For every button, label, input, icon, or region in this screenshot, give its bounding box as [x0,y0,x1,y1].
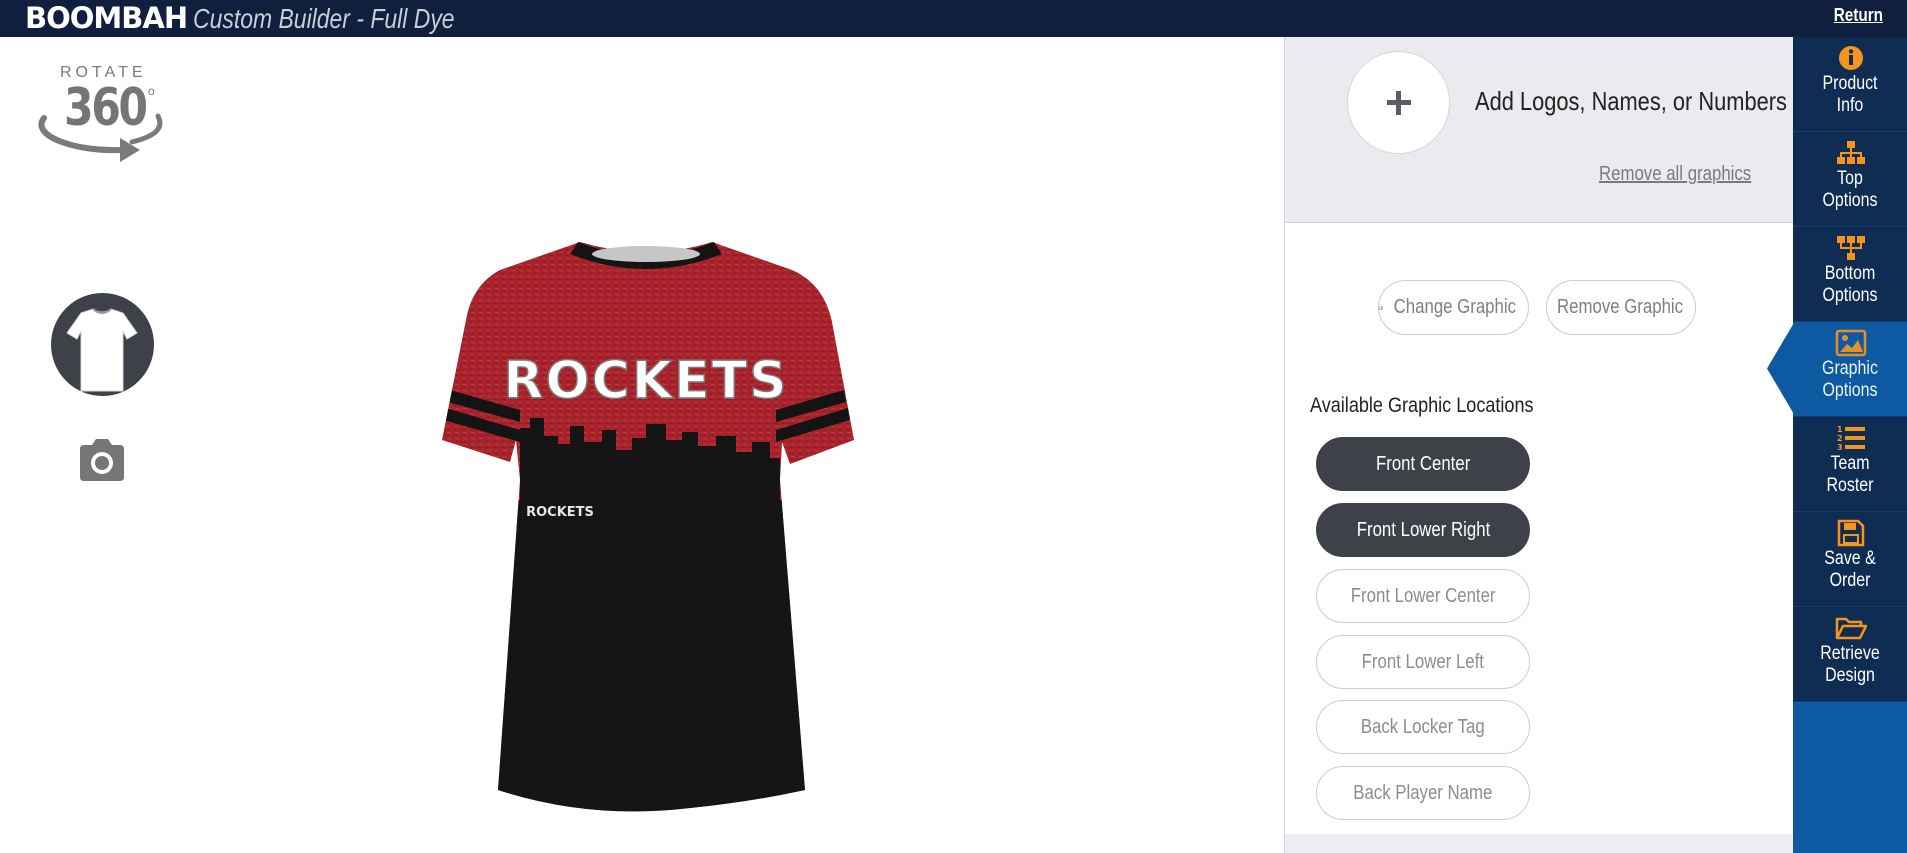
remove-graphic-label: Remove Graphic [1557,296,1684,318]
rotate-degree: o [148,84,155,98]
add-graphic-button[interactable] [1347,51,1450,154]
folder-open-icon [1835,617,1867,640]
nav-label: Options [1822,285,1878,306]
image-icon [1835,329,1867,357]
nav-label: Options [1822,380,1878,401]
location-label: Back Player Name [1353,781,1493,804]
svg-text:1: 1 [1837,425,1843,434]
nav-label: Retrieve [1820,643,1880,664]
nav-label: Product [1822,73,1878,94]
info-icon [1839,46,1863,70]
nav-label: Design [1825,665,1875,686]
nav-bottom-options[interactable]: Bottom Options [1793,227,1907,322]
location-option[interactable]: Front Lower Center [1316,569,1530,623]
nav-team-roster[interactable]: 1 2 3 Team Roster [1793,417,1907,512]
svg-text:3: 3 [1837,443,1843,452]
rotate-360-button[interactable]: ROTATE 360 o [36,62,166,162]
brand-logo: BOOMBAH [25,1,188,35]
nav-retrieve-design[interactable]: Retrieve Design [1793,607,1907,702]
nav-label: Top [1837,168,1863,189]
svg-text:2: 2 [1837,434,1843,443]
active-tab-pointer [1767,321,1795,416]
sitemap-icon [1837,141,1865,164]
location-option[interactable]: Front Lower Right [1316,503,1530,557]
nav-label: Team [1830,453,1870,474]
nav-label: Order [1829,570,1871,591]
nav-label: Save & [1824,548,1876,569]
floppy-icon [1837,519,1865,547]
sitemap-down-icon [1837,236,1865,260]
location-option[interactable]: Front Center [1316,437,1530,491]
nav-label: Roster [1826,475,1874,496]
nav-graphic-options[interactable]: Graphic Options [1793,322,1907,417]
jersey-preview[interactable]: ROCKETS ROCKETS [420,230,870,830]
return-link[interactable]: Return [1834,0,1883,30]
remove-all-graphics-link[interactable]: Remove all graphics [1599,163,1751,186]
nav-label: Info [1836,95,1864,116]
brand: BOOMBAH Custom Builder - Full Dye [25,1,512,36]
location-option[interactable]: Back Player Name [1316,766,1530,820]
jersey-render: ROCKETS ROCKETS [442,242,854,812]
front-lower-right-graphic: ROCKETS [526,505,594,520]
location-option[interactable]: Back Locker Tag [1316,700,1530,754]
graphic-options-panel: Add Logos, Names, or Numbers Remove all … [1284,37,1793,853]
add-graphic-label[interactable]: Add Logos, Names, or Numbers [1475,86,1787,117]
location-label: Front Lower Center [1350,584,1496,607]
add-graphic-area: Add Logos, Names, or Numbers Remove all … [1285,37,1793,223]
camera-icon [80,439,124,481]
change-graphic-label: Change Graphic [1393,296,1517,318]
remove-graphic-button[interactable]: Remove Graphic [1546,280,1696,335]
rotate-arrow-icon [38,113,163,162]
front-view-thumbnail[interactable] [51,293,154,396]
change-graphic-button[interactable]: Change Graphic [1378,280,1529,335]
numbered-list-icon: 1 2 3 [1837,425,1865,452]
builder-title: Custom Builder - Full Dye [193,3,455,34]
camera-button[interactable] [76,437,128,483]
nav-product-info[interactable]: Product Info [1793,37,1907,132]
location-label: Front Lower Left [1361,650,1485,673]
edit-icon [1379,305,1384,310]
nav-top-options[interactable]: Top Options [1793,132,1907,227]
nav-label: Options [1822,190,1878,211]
shirt-thumbnail-icon [66,308,138,392]
nav-save-order[interactable]: Save & Order [1793,512,1907,607]
nav-label: Bottom [1824,263,1876,284]
panel-footer [1285,834,1793,853]
front-center-graphic: ROCKETS [503,351,788,411]
builder-nav: Product Info Top Options Bottom Options Gra [1793,37,1907,853]
location-label: Back Locker Tag [1361,715,1485,738]
top-bar: BOOMBAH Custom Builder - Full Dye Return [0,0,1907,37]
location-label: Front Lower Right [1356,518,1490,541]
location-option[interactable]: Front Lower Left [1316,635,1530,689]
nav-label: Graphic [1822,358,1878,379]
locations-heading: Available Graphic Locations [1310,394,1534,417]
location-label: Front Center [1375,452,1471,475]
